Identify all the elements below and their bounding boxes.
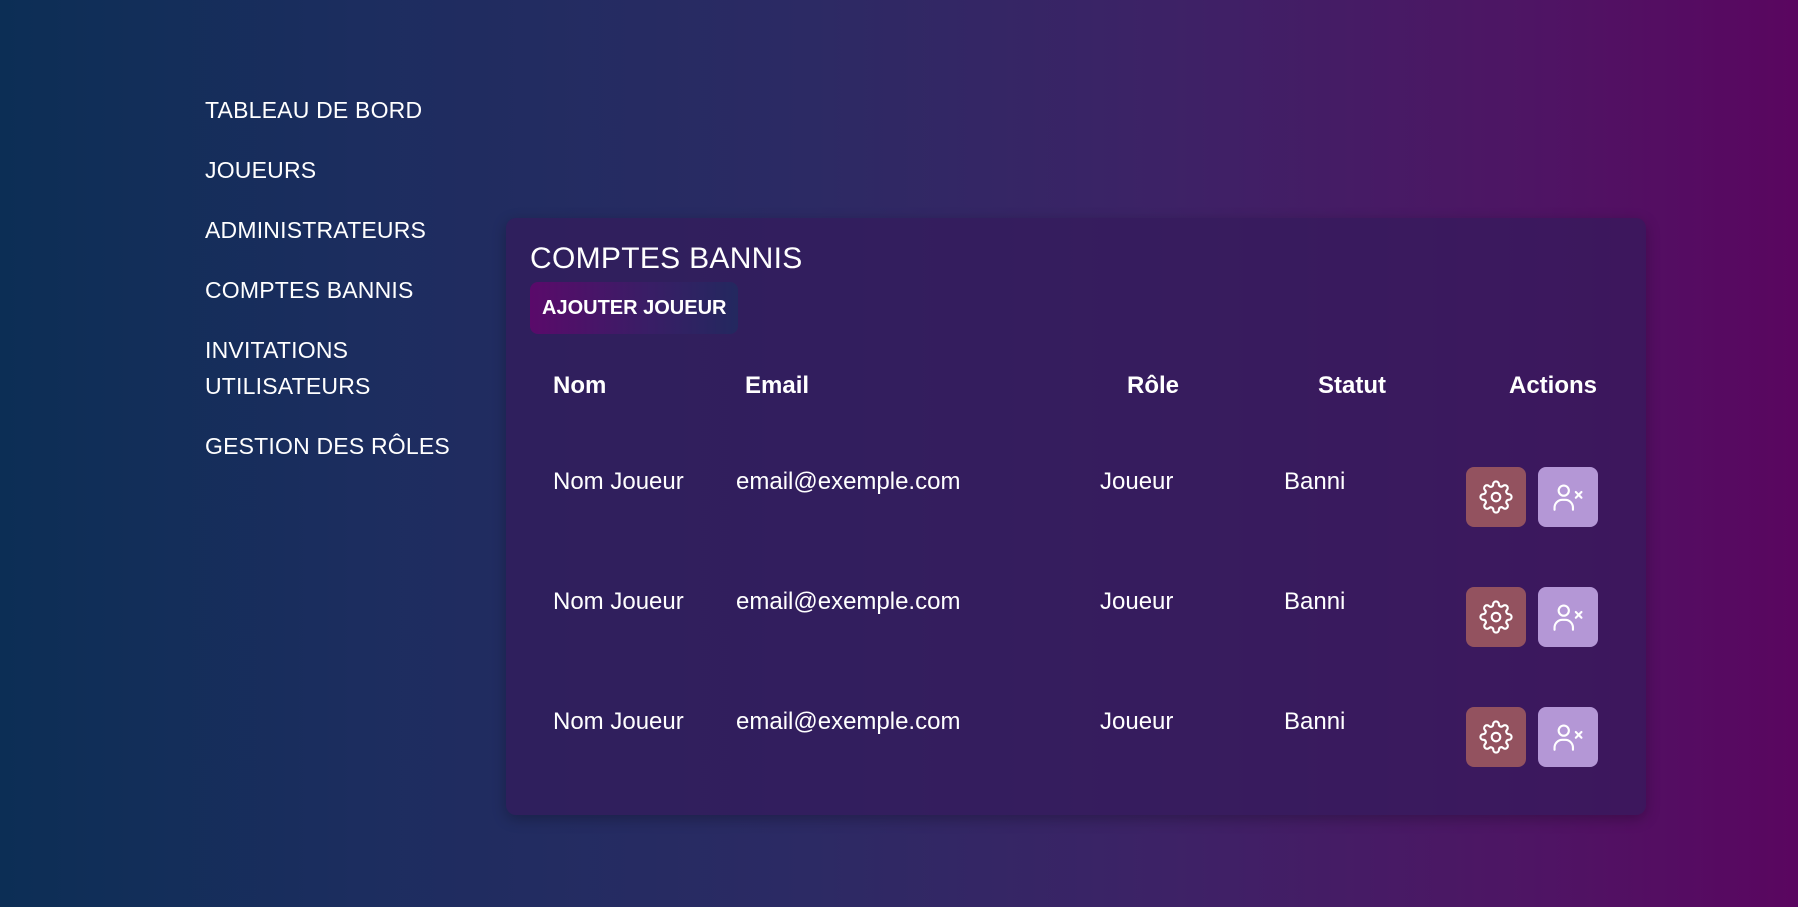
row-email: email@exemple.com [736, 588, 961, 615]
sidebar-item-comptes-bannis[interactable]: COMPTES BANNIS [205, 272, 455, 308]
page-title: COMPTES BANNIS [530, 242, 803, 275]
remove-user-button[interactable] [1538, 587, 1598, 647]
row-name: Nom Joueur [553, 588, 684, 615]
add-player-button[interactable]: AJOUTER JOUEUR [530, 282, 739, 334]
gear-icon [1479, 600, 1513, 634]
remove-user-button[interactable] [1538, 707, 1598, 767]
sidebar-item-administrateurs[interactable]: ADMINISTRATEURS [205, 212, 455, 248]
row-name: Nom Joueur [553, 708, 684, 735]
row-role: Joueur [1100, 468, 1174, 495]
sidebar-item-gestion-des-roles[interactable]: GESTION DES RÔLES [205, 428, 455, 464]
user-remove-icon [1553, 604, 1583, 631]
row-status: Banni [1284, 708, 1346, 735]
column-header-status: Statut [1318, 372, 1386, 399]
column-header-actions: Actions [1509, 372, 1598, 399]
row-email: email@exemple.com [736, 468, 961, 495]
column-header-email: Email [745, 372, 810, 399]
sidebar-nav: TABLEAU DE BORD JOUEURS ADMINISTRATEURS … [205, 92, 455, 488]
gear-icon [1479, 720, 1513, 754]
sidebar-item-invitations-utilisateurs[interactable]: INVITATIONS UTILISATEURS [205, 332, 415, 404]
row-role: Joueur [1100, 708, 1174, 735]
sidebar-item-tableau-de-bord[interactable]: TABLEAU DE BORD [205, 92, 455, 128]
settings-button[interactable] [1466, 467, 1526, 527]
row-status: Banni [1284, 468, 1346, 495]
row-status: Banni [1284, 588, 1346, 615]
remove-user-button[interactable] [1538, 467, 1598, 527]
gear-icon [1479, 480, 1513, 514]
column-header-name: Nom [553, 372, 607, 399]
user-remove-icon [1553, 484, 1583, 511]
settings-button[interactable] [1466, 587, 1526, 647]
row-name: Nom Joueur [553, 468, 684, 495]
row-email: email@exemple.com [736, 708, 961, 735]
sidebar-item-joueurs[interactable]: JOUEURS [205, 152, 455, 188]
settings-button[interactable] [1466, 707, 1526, 767]
column-header-role: Rôle [1127, 372, 1180, 399]
row-role: Joueur [1100, 588, 1174, 615]
user-remove-icon [1553, 724, 1583, 751]
